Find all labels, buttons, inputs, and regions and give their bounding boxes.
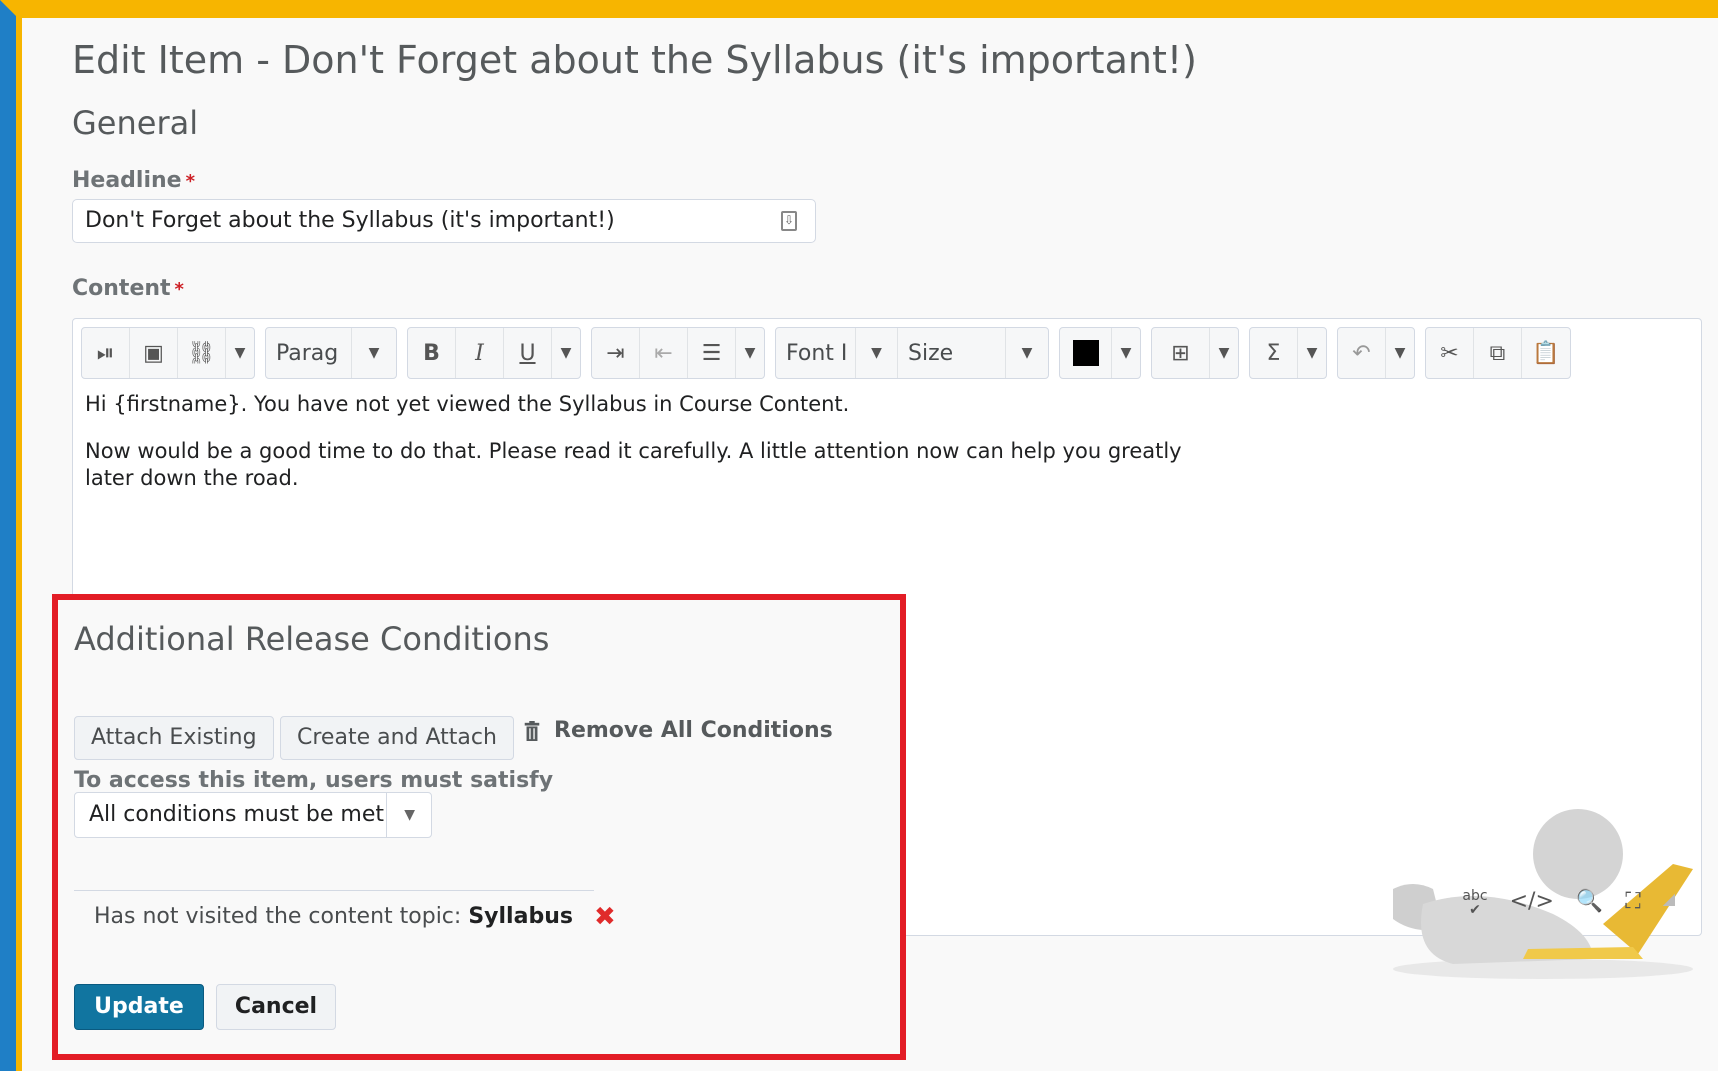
indent-icon[interactable]: ⇥ (592, 328, 640, 378)
release-conditions-title: Additional Release Conditions (74, 620, 550, 658)
condition-divider (74, 890, 594, 891)
cancel-button[interactable]: Cancel (216, 984, 336, 1030)
chevron-down-icon[interactable]: ▼ (736, 328, 764, 378)
edit-item-page: Edit Item - Don't Forget about the Sylla… (22, 18, 1718, 1071)
chevron-down-icon[interactable]: ▼ (552, 328, 580, 378)
editor-content[interactable]: Hi {firstname}. You have not yet viewed … (85, 391, 1235, 512)
condition-description: Has not visited the content topic: (94, 904, 462, 929)
editor-statusbar: abc ✔ </> 🔍 ⛶ ◢ (1462, 889, 1675, 917)
chevron-down-icon[interactable]: ▼ (1112, 328, 1140, 378)
required-mark: * (174, 279, 184, 300)
fullscreen-icon[interactable]: ⛶ (1625, 889, 1640, 917)
toolbar-group-lists: ⇥ ⇤ ☰ ▼ (591, 327, 765, 379)
required-mark: * (185, 171, 196, 192)
headline-label: Headline * (72, 168, 195, 193)
chevron-down-icon[interactable]: ▼ (1298, 328, 1326, 378)
condition-topic: Syllabus (468, 904, 573, 929)
insert-stuff-icon[interactable]: ⏯ (82, 328, 130, 378)
undo-icon[interactable]: ↶ (1338, 328, 1386, 378)
toolbar-group-font: Font I ▼ Size ▼ (775, 327, 1049, 379)
paste-icon[interactable]: 📋 (1522, 328, 1570, 378)
toolbar-group-color: ▼ (1059, 327, 1141, 379)
chevron-down-icon[interactable]: ▼ (1006, 328, 1048, 378)
remove-condition-icon[interactable]: ✖ (594, 902, 616, 932)
source-code-icon[interactable]: </> (1510, 889, 1554, 917)
spellcheck-icon[interactable]: abc ✔ (1462, 889, 1487, 917)
headline-input-value: Don't Forget about the Syllabus (it's im… (85, 208, 615, 233)
access-requirement-label: To access this item, users must satisfy (74, 768, 554, 793)
remove-all-conditions-label: Remove All Conditions (554, 718, 833, 743)
select-divider (386, 793, 387, 837)
editor-paragraph-1: Hi {firstname}. You have not yet viewed … (85, 392, 850, 416)
underline-icon[interactable]: U (504, 328, 552, 378)
toolbar-group-insert: ⏯ ▣ ⛓ ▼ (81, 327, 255, 379)
toolbar-group-clipboard: ✂ ⧉ 📋 (1425, 327, 1571, 379)
bold-icon[interactable]: B (408, 328, 456, 378)
insert-table-icon[interactable]: ⊞ (1152, 328, 1210, 378)
font-family-dropdown[interactable]: Font I (776, 328, 856, 378)
preview-icon[interactable]: 🔍 (1576, 889, 1603, 917)
chevron-down-icon[interactable]: ▼ (226, 328, 254, 378)
toolbar-group-format: Parag ▼ (265, 327, 397, 379)
equation-icon[interactable]: Σ (1250, 328, 1298, 378)
content-label-text: Content (72, 276, 171, 301)
toolbar-group-table: ⊞ ▼ (1151, 327, 1239, 379)
trash-icon (524, 720, 540, 741)
create-and-attach-button[interactable]: Create and Attach (280, 716, 514, 760)
attach-existing-button[interactable]: Attach Existing (74, 716, 274, 760)
condition-requirement-select[interactable]: All conditions must be met ▼ (74, 792, 432, 838)
font-size-dropdown[interactable]: Size (898, 328, 1006, 378)
chevron-down-icon: ▼ (404, 807, 415, 823)
toolbar-group-style: B I U ▼ (407, 327, 581, 379)
headline-label-text: Headline (72, 168, 182, 193)
toolbar-group-undo: ↶ ▼ (1337, 327, 1415, 379)
section-title-general: General (72, 104, 199, 142)
chevron-down-icon[interactable]: ▼ (352, 328, 396, 378)
content-label: Content * (72, 276, 184, 301)
toolbar-group-equation: Σ ▼ (1249, 327, 1327, 379)
chevron-down-icon[interactable]: ▼ (856, 328, 898, 378)
text-color-icon[interactable] (1060, 328, 1112, 378)
italic-icon[interactable]: I (456, 328, 504, 378)
spellcheck-label: abc (1462, 888, 1488, 904)
remove-all-conditions-button[interactable]: Remove All Conditions (524, 718, 833, 743)
condition-requirement-value: All conditions must be met (89, 802, 384, 827)
update-button[interactable]: Update (74, 984, 204, 1030)
copy-icon[interactable]: ⧉ (1474, 328, 1522, 378)
editor-paragraph-2: Now would be a good time to do that. Ple… (85, 439, 1182, 490)
condition-item: Has not visited the content topic: Sylla… (94, 902, 616, 932)
chevron-down-icon[interactable]: ▼ (1386, 328, 1414, 378)
headline-input[interactable]: Don't Forget about the Syllabus (it's im… (72, 199, 816, 243)
insert-image-icon[interactable]: ▣ (130, 328, 178, 378)
language-icon[interactable]: ⇩ (781, 211, 797, 231)
paragraph-format-dropdown[interactable]: Parag (266, 328, 352, 378)
outdent-icon[interactable]: ⇤ (640, 328, 688, 378)
editor-toolbar: ⏯ ▣ ⛓ ▼ Parag ▼ B I U ▼ ⇥ ⇤ ☰ ▼ Font I ▼… (81, 327, 1571, 379)
release-conditions-panel: Additional Release Conditions Attach Exi… (52, 594, 906, 1060)
chevron-down-icon[interactable]: ▼ (1210, 328, 1238, 378)
resize-handle-icon[interactable]: ◢ (1663, 889, 1675, 917)
bullet-list-icon[interactable]: ☰ (688, 328, 736, 378)
page-title: Edit Item - Don't Forget about the Sylla… (72, 38, 1197, 82)
insert-link-icon[interactable]: ⛓ (178, 328, 226, 378)
cut-icon[interactable]: ✂ (1426, 328, 1474, 378)
